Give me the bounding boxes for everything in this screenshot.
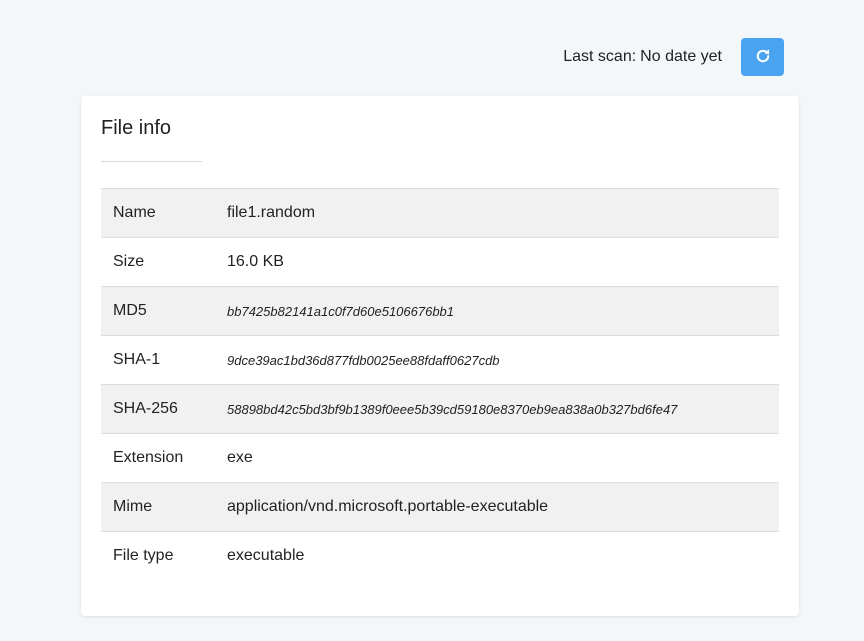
title-divider	[101, 161, 202, 162]
table-row: Extension exe	[101, 433, 779, 483]
row-value: bb7425b82141a1c0f7d60e5106676bb1	[215, 286, 779, 336]
file-info-rows: Name file1.random Size 16.0 KB MD5 bb7425b821…	[101, 188, 779, 581]
table-row: Mime application/vnd.microsoft.portable-e…	[101, 482, 779, 532]
card-title: File info	[101, 117, 172, 139]
row-label: File type	[101, 531, 215, 581]
row-label: Mime	[101, 482, 215, 532]
refresh-icon	[754, 47, 772, 68]
row-label: Name	[101, 188, 215, 238]
row-label: MD5	[101, 286, 215, 336]
row-value: exe	[215, 433, 779, 483]
table-row: SHA-1 9dce39ac1bd36d877fdb0025ee88fdaff06…	[101, 335, 779, 385]
scan-toolbar: Last scan: No date yet	[563, 38, 784, 76]
row-label: Extension	[101, 433, 215, 483]
file-info-table: Name file1.random Size 16.0 KB MD5 bb7425b821…	[101, 188, 779, 581]
row-value: file1.random	[215, 188, 779, 238]
last-scan-value: No date yet	[640, 48, 722, 65]
row-value: 9dce39ac1bd36d877fdb0025ee88fdaff0627cdb	[215, 335, 779, 385]
row-value: 16.0 KB	[215, 237, 779, 287]
row-value: executable	[215, 531, 779, 581]
file-info-card: File info Name file1.random Size 16.0 KB MD5…	[81, 96, 799, 616]
table-row: Size 16.0 KB	[101, 237, 779, 287]
table-row: File type executable	[101, 531, 779, 581]
table-row: Name file1.random	[101, 188, 779, 238]
row-label: SHA-256	[101, 384, 215, 434]
page: Last scan: No date yet File info Name fil…	[0, 0, 864, 641]
row-label: SHA-1	[101, 335, 215, 385]
last-scan-status: Last scan: No date yet	[563, 48, 722, 66]
last-scan-label: Last scan:	[563, 48, 637, 65]
row-value: 58898bd42c5bd3bf9b1389f0eee5b39cd59180e8…	[215, 384, 779, 434]
row-label: Size	[101, 237, 215, 287]
table-row: MD5 bb7425b82141a1c0f7d60e5106676bb1	[101, 286, 779, 336]
table-row: SHA-256 58898bd42c5bd3bf9b1389f0eee5b39cd…	[101, 384, 779, 434]
row-value: application/vnd.microsoft.portable-execu…	[215, 482, 779, 532]
refresh-button[interactable]	[741, 38, 784, 76]
